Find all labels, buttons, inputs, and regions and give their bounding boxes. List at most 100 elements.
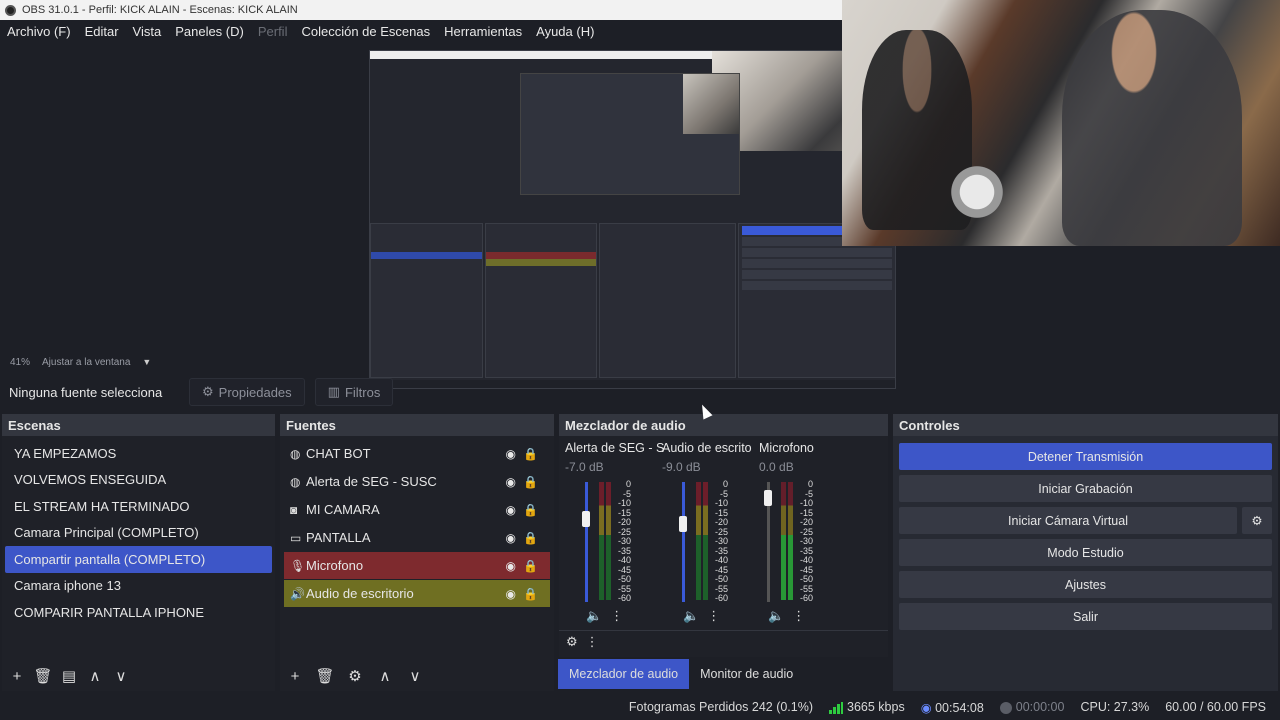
speaker-icon[interactable]: 🔈 <box>683 608 699 624</box>
window-title: OBS 31.0.1 - Perfil: KICK ALAIN - Escena… <box>22 4 298 16</box>
tab-audio-monitor[interactable]: Monitor de audio <box>689 659 804 689</box>
filters-label: Filtros <box>344 384 381 400</box>
monitor-icon: ▭ <box>290 530 302 545</box>
signal-bars-icon <box>829 701 844 714</box>
move-down-icon[interactable]: ∨ <box>406 667 424 685</box>
menu-paneles[interactable]: Paneles (D) <box>175 24 244 39</box>
scene-item[interactable]: Camara iphone 13 <box>5 573 272 600</box>
gear-icon: ⚙ <box>202 384 214 399</box>
menu-coleccion-escenas[interactable]: Colección de Escenas <box>301 24 430 39</box>
settings-button[interactable]: Ajustes <box>899 571 1272 598</box>
speaker-icon[interactable]: 🔈 <box>768 608 784 624</box>
zoom-bar: 41% Ajustar a la ventana ▼ <box>0 352 1280 372</box>
source-label: MI CAMARA <box>306 502 380 517</box>
meter-ticks: 0 -5 -10 -15 -20 -25 -30 -35 -40 -45 -50 -55 -60 <box>613 479 631 604</box>
level-meter <box>599 482 604 600</box>
trash-icon[interactable]: 🗑 <box>33 667 52 685</box>
menu-ayuda[interactable]: Ayuda (H) <box>536 24 594 39</box>
lock-icon[interactable]: 🔒 <box>523 587 538 601</box>
lock-icon[interactable]: 🔒 <box>523 503 538 517</box>
stream-time: ◉ 00:54:08 <box>921 700 984 715</box>
start-recording-button[interactable]: Iniciar Grabación <box>899 475 1272 502</box>
lock-icon[interactable]: 🔒 <box>523 531 538 545</box>
mixer-settings-icon[interactable]: ⚙ <box>566 634 578 650</box>
channel-name: Alerta de SEG - S <box>565 441 665 455</box>
source-label: PANTALLA <box>306 530 371 545</box>
add-scene-icon[interactable]: + <box>8 667 26 685</box>
camera-icon: ◙ <box>290 502 298 517</box>
properties-label: Propiedades <box>218 384 292 400</box>
no-source-label: Ninguna fuente selecciona <box>9 384 163 400</box>
source-item-audio-escritorio[interactable]: 🔊 Audio de escritorio ◉ 🔒 <box>284 580 550 607</box>
eye-icon[interactable]: ◉ <box>506 447 516 461</box>
virtual-camera-gear-icon[interactable]: ⚙ <box>1242 507 1272 534</box>
sources-dock: Fuentes ◍ CHAT BOT ◉ 🔒 ◍ Alerta de SEG -… <box>280 414 554 691</box>
tick-label: -60 <box>799 593 813 603</box>
cpu-usage: CPU: 27.3% <box>1080 700 1150 714</box>
start-virtual-camera-button[interactable]: Iniciar Cámara Virtual <box>899 507 1237 534</box>
trash-icon[interactable]: 🗑 <box>315 667 334 685</box>
audio-mixer-dock: Mezclador de audio Alerta de SEG - S -7.… <box>559 414 888 657</box>
source-item[interactable]: ▭ PANTALLA ◉ 🔒 <box>284 524 550 551</box>
kebab-menu-icon[interactable]: ⋮ <box>586 634 599 650</box>
exit-button[interactable]: Salir <box>899 603 1272 630</box>
eye-icon[interactable]: ◉ <box>506 531 516 545</box>
studio-mode-button[interactable]: Modo Estudio <box>899 539 1272 566</box>
volume-fader[interactable] <box>585 482 588 602</box>
properties-button[interactable]: ⚙ Propiedades <box>189 378 305 406</box>
fader-knob[interactable] <box>582 511 590 528</box>
source-item[interactable]: ◙ MI CAMARA ◉ 🔒 <box>284 496 550 523</box>
globe-icon: ◍ <box>290 446 301 461</box>
filters-button[interactable]: ▥ Filtros <box>314 378 394 406</box>
meter-ticks: 0 -5 -10 -15 -20 -25 -30 -35 -40 -45 -50 -55 -60 <box>710 479 728 604</box>
zoom-fit-label[interactable]: Ajustar a la ventana <box>42 357 130 368</box>
move-down-icon[interactable]: ∨ <box>112 667 130 685</box>
menu-perfil[interactable]: Perfil <box>258 24 288 39</box>
kebab-menu-icon[interactable]: ⋮ <box>610 608 623 624</box>
scene-item-selected[interactable]: Compartir pantalla (COMPLETO) <box>5 546 272 573</box>
scene-item[interactable]: VOLVEMOS ENSEGUIDA <box>5 467 272 494</box>
add-source-icon[interactable]: + <box>286 667 304 685</box>
channel-db: 0.0 dB <box>759 460 794 474</box>
tab-audio-mixer[interactable]: Mezclador de audio <box>558 659 690 689</box>
move-up-icon[interactable]: ∧ <box>376 667 394 685</box>
menu-archivo[interactable]: Archivo (F) <box>7 24 71 39</box>
scene-item[interactable]: EL STREAM HA TERMINADO <box>5 493 272 520</box>
lock-icon[interactable]: 🔒 <box>523 447 538 461</box>
source-label: CHAT BOT <box>306 446 371 461</box>
stop-stream-button[interactable]: Detener Transmisión <box>899 443 1272 470</box>
scenes-dock: Escenas YA EMPEZAMOS VOLVEMOS ENSEGUIDA … <box>2 414 275 691</box>
person-right <box>1062 10 1242 246</box>
menu-vista[interactable]: Vista <box>133 24 162 39</box>
bitrate: 3665 kbps <box>829 700 905 714</box>
menu-editar[interactable]: Editar <box>85 24 119 39</box>
mixer-title: Mezclador de audio <box>559 414 888 436</box>
move-up-icon[interactable]: ∧ <box>86 667 104 685</box>
caret-down-icon[interactable]: ▼ <box>142 357 151 367</box>
record-dot-icon <box>999 701 1012 714</box>
source-item[interactable]: ◍ Alerta de SEG - SUSC ◉ 🔒 <box>284 468 550 495</box>
kebab-menu-icon[interactable]: ⋮ <box>707 608 720 624</box>
microphone-image <box>947 160 1007 240</box>
scene-filter-icon[interactable]: ▤ <box>60 667 78 685</box>
scene-item[interactable]: Camara Principal (COMPLETO) <box>5 520 272 547</box>
lock-icon[interactable]: 🔒 <box>523 475 538 489</box>
fader-knob[interactable] <box>764 490 772 507</box>
eye-icon[interactable]: ◉ <box>506 587 516 601</box>
volume-fader[interactable] <box>682 482 685 602</box>
lock-icon[interactable]: 🔒 <box>523 559 538 573</box>
source-item-microfono[interactable]: 🎙 Microfono ◉ 🔒 <box>284 552 550 579</box>
stream-time-value: 00:54:08 <box>935 700 984 715</box>
gear-icon[interactable]: ⚙ <box>346 667 364 685</box>
eye-icon[interactable]: ◉ <box>506 503 516 517</box>
fader-knob[interactable] <box>679 516 687 533</box>
source-item[interactable]: ◍ CHAT BOT ◉ 🔒 <box>284 440 550 467</box>
eye-icon[interactable]: ◉ <box>506 559 516 573</box>
speaker-icon[interactable]: 🔈 <box>586 608 602 624</box>
menu-herramientas[interactable]: Herramientas <box>444 24 522 39</box>
scene-item[interactable]: YA EMPEZAMOS <box>5 440 272 467</box>
kebab-menu-icon[interactable]: ⋮ <box>792 608 805 624</box>
scene-item[interactable]: COMPARIR PANTALLA IPHONE <box>5 599 272 626</box>
eye-icon[interactable]: ◉ <box>506 475 516 489</box>
webcam-video <box>842 0 1280 246</box>
